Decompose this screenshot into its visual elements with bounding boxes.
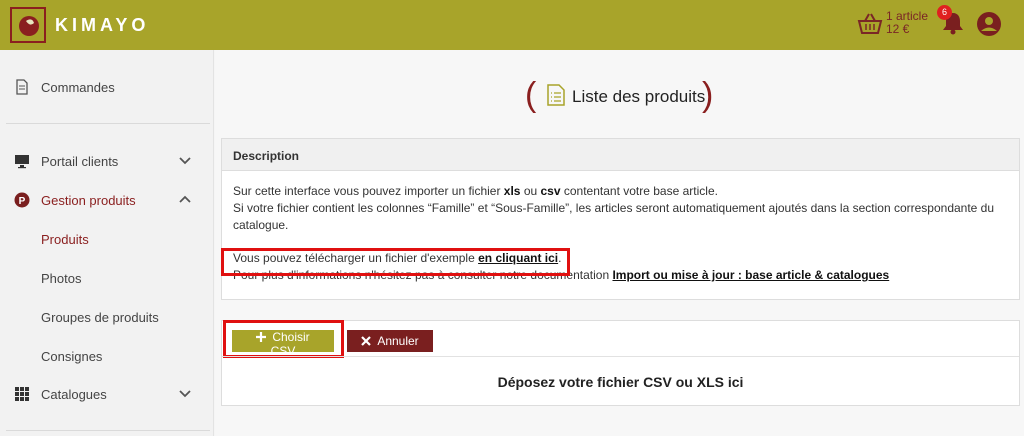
sidebar-item-label: Catalogues: [41, 387, 107, 402]
sidebar-item-catalogs[interactable]: Catalogues: [0, 377, 213, 411]
document-list-icon: [547, 84, 565, 106]
monitor-icon: [15, 155, 29, 169]
cancel-button[interactable]: Annuler: [347, 330, 433, 352]
sidebar-item-label: Gestion produits: [41, 193, 136, 208]
sidebar-subitem-products[interactable]: Produits: [41, 232, 89, 247]
file-drop-zone[interactable]: Déposez votre fichier CSV ou XLS ici: [222, 356, 1019, 406]
cart-total: 12 €: [886, 22, 910, 36]
main-content: ( Liste des produits ) Description Sur c…: [215, 50, 1024, 436]
sidebar-divider: [6, 430, 210, 431]
page-title: Liste des produits: [572, 87, 706, 106]
sidebar-divider: [6, 123, 210, 124]
grid-icon: [15, 387, 29, 401]
user-icon[interactable]: [977, 12, 1001, 36]
basket-icon[interactable]: [857, 12, 883, 36]
description-panel: Description Sur cette interface vous pou…: [221, 138, 1020, 300]
highlight-box: [221, 248, 570, 276]
panel-header: Description: [222, 139, 1019, 171]
sidebar-item-label: Portail clients: [41, 154, 119, 169]
top-bar: KIMAYO 1 article 12 € 6: [0, 0, 1024, 50]
documentation-link[interactable]: Import ou mise à jour : base article & c…: [612, 268, 889, 282]
close-icon: [361, 336, 372, 346]
svg-text:P: P: [19, 196, 26, 207]
kimayo-logo-icon[interactable]: [10, 7, 46, 43]
left-bracket: (: [525, 76, 537, 114]
chevron-down-icon[interactable]: [178, 388, 192, 400]
sidebar-subitem-photos[interactable]: Photos: [41, 271, 81, 286]
sidebar-item-client-portal[interactable]: Portail clients: [0, 144, 213, 178]
cart-summary[interactable]: 1 article 12 €: [886, 10, 928, 36]
sidebar-subitem-product-groups[interactable]: Groupes de produits: [41, 310, 159, 325]
product-p-icon: P: [14, 192, 30, 208]
brand-name: KIMAYO: [55, 15, 150, 35]
sidebar-item-product-management[interactable]: P Gestion produits: [0, 183, 213, 217]
sidebar: Commandes Portail clients P Gestion prod…: [0, 50, 214, 436]
sidebar-item-label: Commandes: [41, 80, 115, 95]
chevron-up-icon[interactable]: [178, 194, 192, 206]
upload-panel: Choisir CSV Annuler Déposez votre fichie…: [221, 320, 1020, 406]
description-line-2: Si votre fichier contient les colonnes “…: [233, 201, 995, 232]
sidebar-subitem-deposits[interactable]: Consignes: [41, 349, 102, 364]
notification-badge: 6: [937, 5, 952, 20]
page-header: ( Liste des produits ): [525, 76, 715, 116]
document-icon: [16, 79, 28, 95]
chevron-down-icon[interactable]: [178, 155, 192, 167]
highlight-box: [223, 320, 344, 358]
sidebar-item-orders[interactable]: Commandes: [0, 70, 213, 104]
description-line-1: Sur cette interface vous pouvez importer…: [233, 184, 718, 198]
right-bracket: ): [702, 76, 714, 114]
